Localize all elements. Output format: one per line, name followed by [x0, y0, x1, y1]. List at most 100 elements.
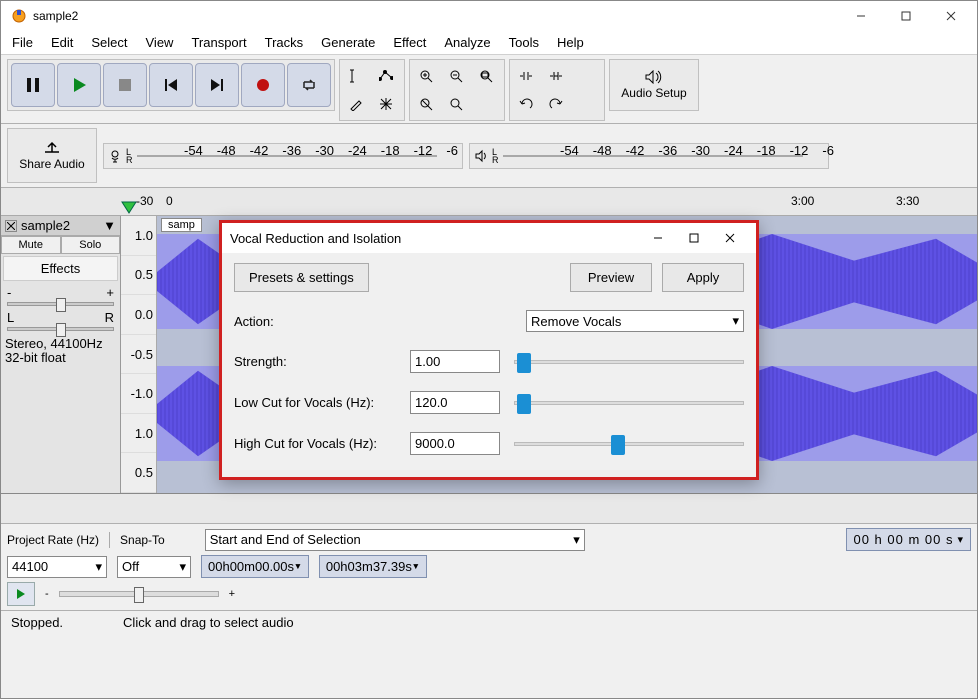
zoom-toggle-icon[interactable] [443, 91, 469, 117]
window-title: sample2 [33, 9, 838, 23]
menu-view[interactable]: View [139, 33, 181, 52]
strength-input[interactable] [410, 350, 500, 373]
status-state: Stopped. [11, 615, 63, 630]
menu-help[interactable]: Help [550, 33, 591, 52]
close-button[interactable] [928, 1, 973, 31]
play-at-speed-button[interactable] [7, 582, 35, 606]
selection-start-time[interactable]: 00h00m00.00s▾ [201, 555, 309, 578]
highcut-label: High Cut for Vocals (Hz): [234, 436, 410, 451]
dialog-titlebar[interactable]: Vocal Reduction and Isolation [222, 223, 756, 253]
apply-button[interactable]: Apply [662, 263, 744, 292]
project-rate-label: Project Rate (Hz) [7, 533, 99, 547]
timeline-tick: 3:00 [791, 194, 814, 208]
solo-button[interactable]: Solo [61, 236, 121, 254]
track-name: sample2 [21, 218, 99, 233]
lowcut-input[interactable] [410, 391, 500, 414]
menu-edit[interactable]: Edit [44, 33, 80, 52]
selection-end-time[interactable]: 00h03m37.39s▾ [319, 555, 427, 578]
window-titlebar: sample2 [1, 1, 977, 31]
zoom-out-icon[interactable] [443, 63, 469, 89]
menu-tools[interactable]: Tools [502, 33, 546, 52]
preview-button[interactable]: Preview [570, 263, 652, 292]
menu-analyze[interactable]: Analyze [437, 33, 497, 52]
dialog-title: Vocal Reduction and Isolation [230, 231, 640, 246]
playhead-handle-icon[interactable] [121, 201, 137, 215]
vocal-reduction-dialog: Vocal Reduction and Isolation Presets & … [219, 220, 759, 480]
timeline-tick: 3:30 [896, 194, 919, 208]
time-display[interactable]: 00 h 00 m 00 s▾ [846, 528, 971, 551]
envelope-tool-icon[interactable] [373, 63, 399, 89]
timeline-tick: 0 [166, 194, 173, 208]
audio-setup-label: Audio Setup [621, 86, 686, 100]
rec-meter-ticks: -54-48-42-36-30-24-18-12-6 [184, 143, 458, 158]
effects-button[interactable]: Effects [3, 256, 118, 281]
timeline-ruler[interactable]: -30 0 3:00 3:30 [1, 188, 977, 216]
fit-selection-icon[interactable] [473, 63, 499, 89]
maximize-button[interactable] [883, 1, 928, 31]
undo-icon[interactable] [513, 91, 539, 117]
zoom-in-icon[interactable] [413, 63, 439, 89]
status-hint: Click and drag to select audio [123, 615, 294, 630]
highcut-slider[interactable] [514, 442, 744, 446]
presets-settings-button[interactable]: Presets & settings [234, 263, 369, 292]
snap-to-label: Snap-To [120, 533, 165, 547]
menu-generate[interactable]: Generate [314, 33, 382, 52]
lr-label-2: LR [492, 148, 499, 164]
dialog-minimize-button[interactable] [640, 226, 676, 250]
clip-label[interactable]: samp [161, 218, 202, 232]
zoom-toolbar [409, 59, 505, 121]
lowcut-slider[interactable] [514, 401, 744, 405]
action-dropdown[interactable]: Remove Vocals▾ [526, 310, 744, 332]
silence-audio-icon[interactable] [543, 63, 569, 89]
timeline-tick: -30 [136, 194, 153, 208]
skip-end-button[interactable] [195, 63, 239, 107]
redo-icon[interactable] [543, 91, 569, 117]
minimize-button[interactable] [838, 1, 883, 31]
lr-label: LR [126, 148, 133, 164]
selection-tool-icon[interactable] [343, 63, 369, 89]
menubar: File Edit Select View Transport Tracks G… [1, 31, 977, 55]
status-bar: Stopped. Click and drag to select audio [1, 610, 977, 634]
strength-slider[interactable] [514, 360, 744, 364]
track-control-panel: sample2 ▼ Mute Solo Effects -+ LR Stereo… [1, 216, 121, 493]
track-close-button[interactable] [5, 220, 17, 232]
audio-setup-button[interactable]: Audio Setup [609, 59, 699, 111]
action-label: Action: [234, 314, 410, 329]
menu-transport[interactable]: Transport [184, 33, 253, 52]
loop-button[interactable] [287, 63, 331, 107]
tools-toolbar [339, 59, 405, 121]
playback-speed-slider[interactable] [59, 591, 219, 597]
draw-tool-icon[interactable] [343, 91, 369, 117]
record-button[interactable] [241, 63, 285, 107]
trim-audio-icon[interactable] [513, 63, 539, 89]
highcut-input[interactable] [410, 432, 500, 455]
share-audio-button[interactable]: Share Audio [7, 128, 97, 183]
snap-to-dropdown[interactable]: Off▾ [117, 556, 191, 578]
horizontal-scrollbar[interactable] [1, 494, 977, 524]
menu-file[interactable]: File [5, 33, 40, 52]
play-button[interactable] [57, 63, 101, 107]
multi-tool-icon[interactable] [373, 91, 399, 117]
dialog-maximize-button[interactable] [676, 226, 712, 250]
app-icon [11, 8, 27, 24]
mute-button[interactable]: Mute [1, 236, 61, 254]
play-meter-ticks: -54-48-42-36-30-24-18-12-6 [560, 143, 834, 158]
fit-project-icon[interactable] [413, 91, 439, 117]
stop-button[interactable] [103, 63, 147, 107]
track-menu-icon[interactable]: ▼ [103, 218, 116, 233]
gain-slider[interactable]: -+ [1, 283, 120, 308]
selection-mode-dropdown[interactable]: Start and End of Selection▾ [205, 529, 585, 551]
transport-toolbar [7, 59, 335, 111]
amplitude-ruler: 1.0 0.5 0.0 -0.5 -1.0 1.0 0.5 [121, 216, 157, 493]
lowcut-label: Low Cut for Vocals (Hz): [234, 395, 410, 410]
menu-select[interactable]: Select [84, 33, 134, 52]
pause-button[interactable] [11, 63, 55, 107]
track-info: Stereo, 44100Hz 32-bit float [1, 333, 120, 369]
menu-effect[interactable]: Effect [386, 33, 433, 52]
strength-label: Strength: [234, 354, 410, 369]
menu-tracks[interactable]: Tracks [258, 33, 311, 52]
edit-toolbar [509, 59, 605, 121]
project-rate-dropdown[interactable]: 44100▾ [7, 556, 107, 578]
dialog-close-button[interactable] [712, 226, 748, 250]
skip-start-button[interactable] [149, 63, 193, 107]
